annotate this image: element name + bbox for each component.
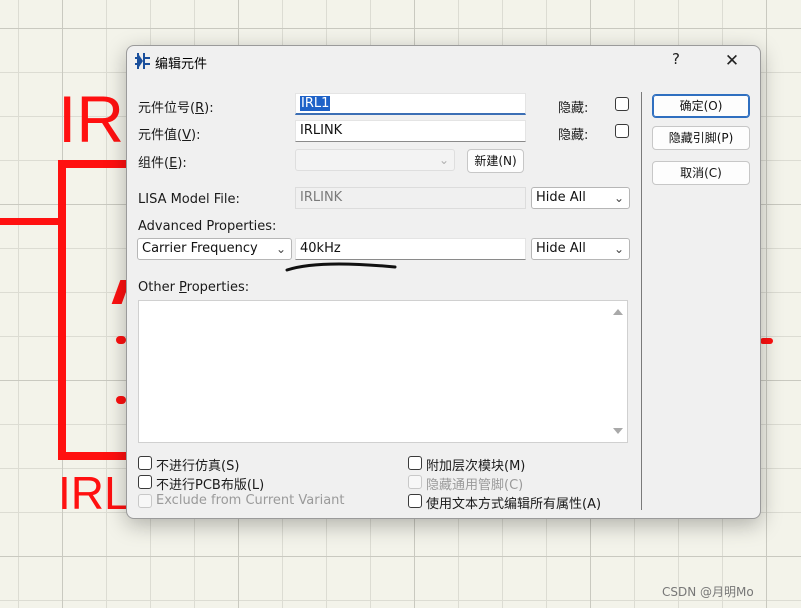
- edit-all-as-text-label: 使用文本方式编辑所有属性(A): [426, 497, 602, 512]
- value-text: IRLINK: [300, 123, 343, 138]
- attach-hierarchy-label: 附加层次模块(M): [426, 459, 526, 474]
- dialog-title: 编辑元件: [155, 57, 208, 72]
- component-pin-left: [0, 218, 60, 225]
- component-pin-dot: [116, 396, 126, 404]
- other-properties-label: Other Properties:: [138, 280, 250, 295]
- no-simulation-label: 不进行仿真(S): [156, 459, 240, 474]
- advanced-visibility-select[interactable]: Hide All ⌄: [531, 238, 630, 260]
- chevron-down-icon: ⌄: [438, 153, 449, 167]
- lisa-model-label: LISA Model File:: [138, 192, 240, 207]
- component-pin-dot: [116, 336, 126, 344]
- value-label: 元件值(V):: [138, 128, 201, 143]
- help-button[interactable]: ?: [667, 50, 685, 70]
- advanced-properties-label: Advanced Properties:: [138, 219, 277, 234]
- group-select[interactable]: ⌄: [295, 149, 455, 171]
- no-pcb-checkbox[interactable]: [138, 475, 152, 489]
- close-button[interactable]: ✕: [717, 49, 747, 73]
- new-group-button[interactable]: 新建(N): [467, 149, 524, 173]
- no-simulation-checkbox[interactable]: [138, 456, 152, 470]
- component-pin-right: [760, 338, 773, 344]
- lisa-model-value: IRLINK: [300, 190, 343, 205]
- component-value-label: IRL: [58, 467, 130, 519]
- designator-hidden-checkbox[interactable]: [615, 97, 629, 111]
- ok-button[interactable]: 确定(O): [652, 94, 750, 118]
- scroll-down-icon[interactable]: [613, 428, 623, 434]
- component-body-bottom: [58, 452, 128, 460]
- exclude-variant-checkbox: [138, 494, 152, 508]
- component-body-top: [58, 160, 128, 168]
- hand-drawn-underline: [285, 262, 397, 272]
- component-ref-label: IR: [58, 82, 124, 156]
- advanced-value-text: 40kHz: [300, 241, 341, 256]
- dialog-titlebar: 编辑元件 ? ✕: [127, 46, 760, 76]
- edit-all-as-text-checkbox[interactable]: [408, 494, 422, 508]
- exclude-variant-label: Exclude from Current Variant: [156, 493, 345, 508]
- chevron-down-icon: ⌄: [613, 242, 624, 256]
- designator-input[interactable]: IRL1: [295, 93, 526, 115]
- value-hidden-checkbox[interactable]: [615, 124, 629, 138]
- hide-common-pins-checkbox: [408, 475, 422, 489]
- chevron-down-icon: ⌄: [613, 191, 624, 205]
- vertical-divider: [641, 92, 642, 510]
- value-hidden-label: 隐藏:: [558, 128, 589, 143]
- component-body-left: [58, 160, 66, 460]
- designator-label: 元件位号(R):: [138, 101, 214, 116]
- attach-hierarchy-checkbox[interactable]: [408, 456, 422, 470]
- hide-common-pins-label: 隐藏通用管脚(C): [426, 478, 524, 493]
- lisa-visibility-select[interactable]: Hide All ⌄: [531, 187, 630, 209]
- component-edit-icon: [135, 53, 150, 69]
- edit-component-dialog: 编辑元件 ? ✕ 元件位号(R): IRL1 隐藏: 元件值(V): IRLIN…: [126, 45, 761, 519]
- watermark: CSDN @月明Mo: [662, 585, 754, 599]
- other-properties-textarea[interactable]: [138, 300, 628, 443]
- chevron-down-icon: ⌄: [275, 242, 286, 256]
- group-label: 组件(E):: [138, 156, 187, 171]
- cancel-button[interactable]: 取消(C): [652, 161, 750, 185]
- designator-value: IRL1: [300, 96, 331, 111]
- advanced-value-input[interactable]: 40kHz: [295, 238, 526, 260]
- lisa-model-input: IRLINK: [295, 187, 526, 209]
- no-pcb-label: 不进行PCB布版(L): [156, 478, 265, 493]
- designator-hidden-label: 隐藏:: [558, 101, 589, 116]
- hide-pins-button[interactable]: 隐藏引脚(P): [652, 126, 750, 150]
- advanced-property-select[interactable]: Carrier Frequency ⌄: [137, 238, 292, 260]
- value-input[interactable]: IRLINK: [295, 120, 526, 142]
- scroll-up-icon[interactable]: [613, 309, 623, 315]
- textarea-scrollbar[interactable]: [610, 301, 627, 442]
